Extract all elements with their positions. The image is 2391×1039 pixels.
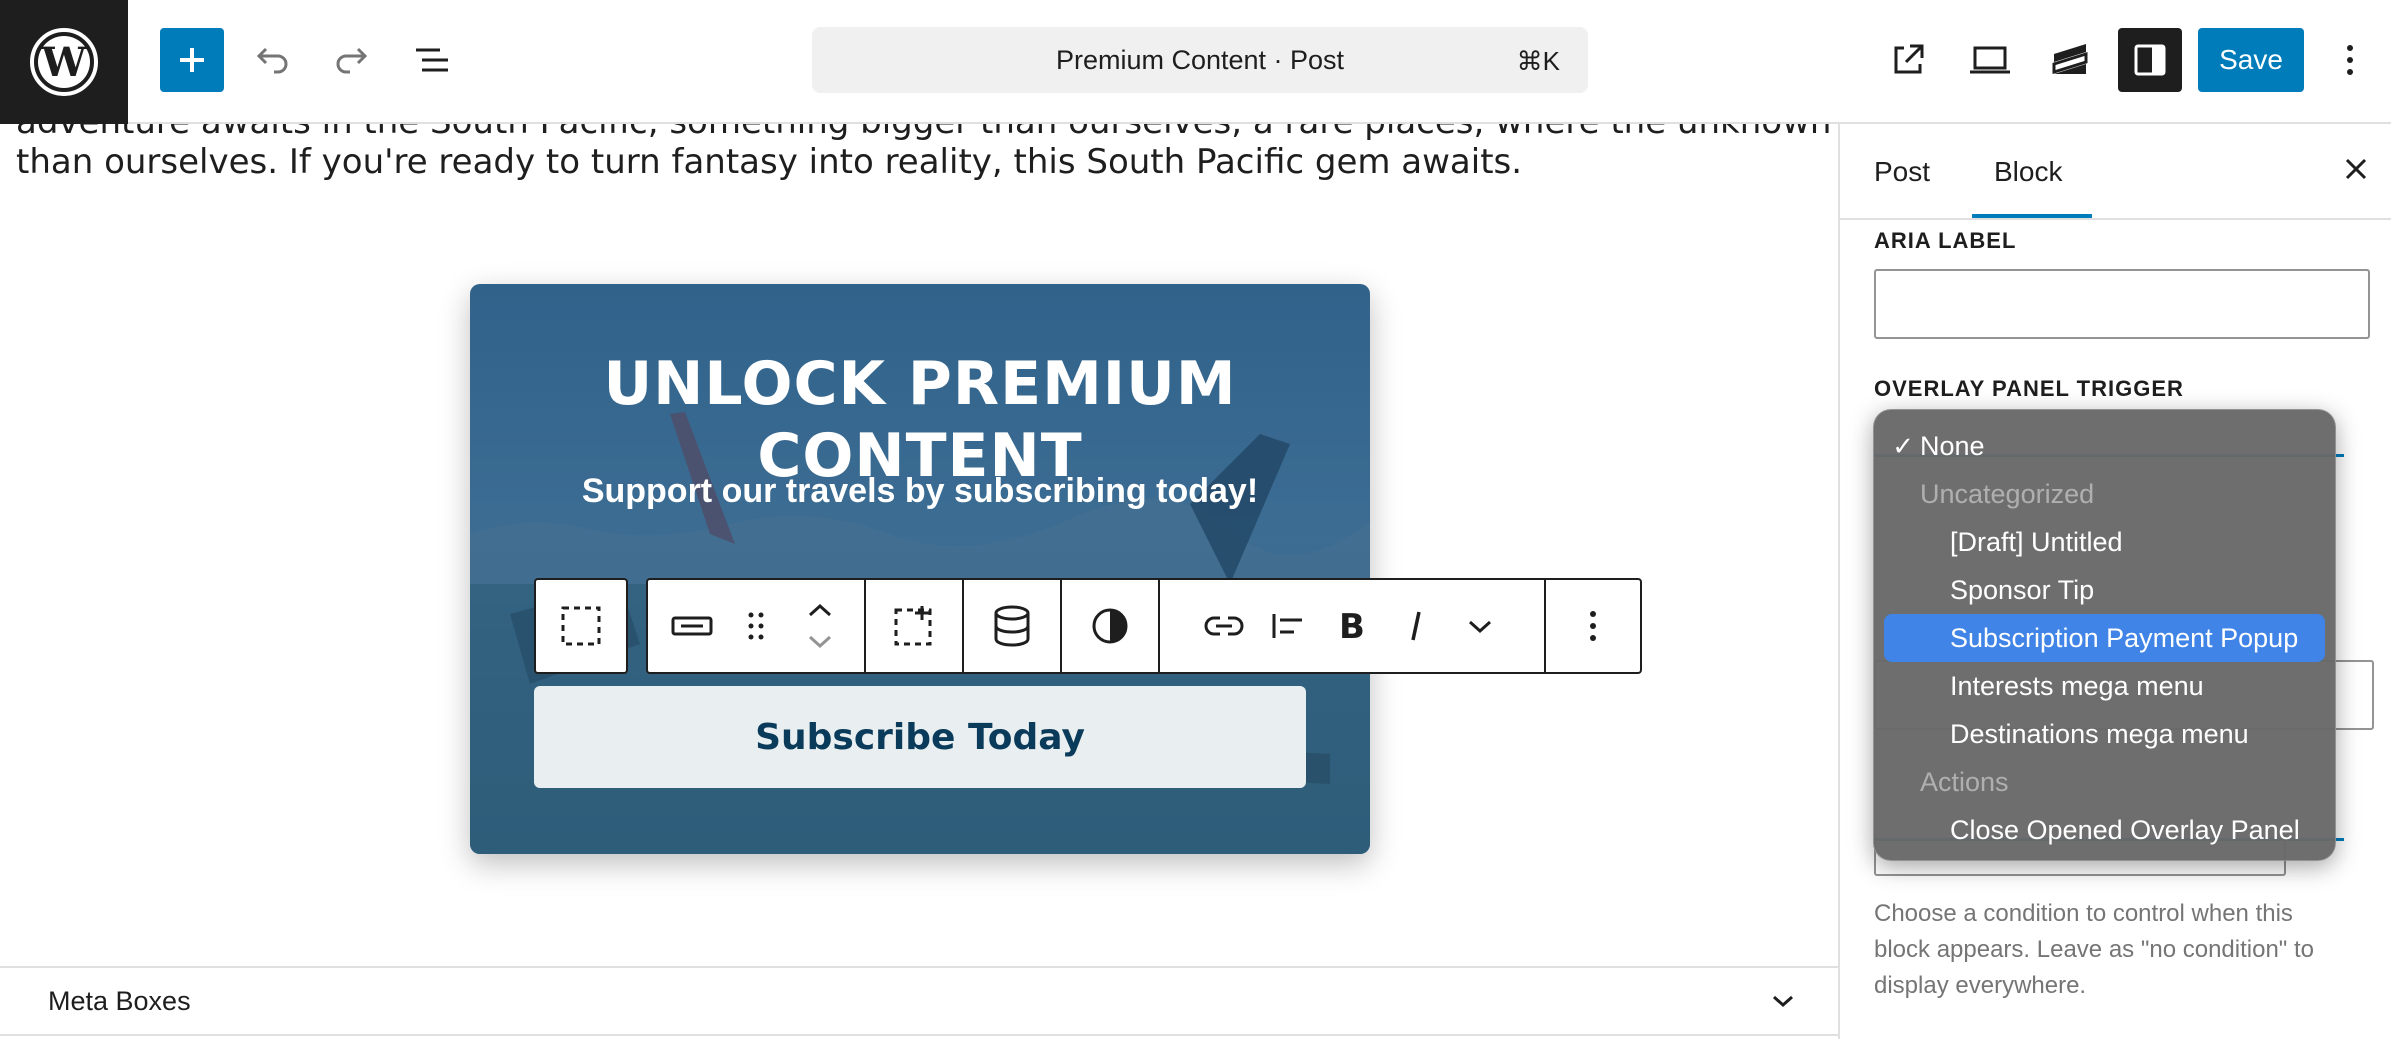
block-bindings-icon[interactable] — [964, 580, 1062, 672]
overlay-trigger-heading: OVERLAY PANEL TRIGGER — [1874, 376, 2184, 401]
editor-canvas[interactable]: adventure awaits in the South Pacific, s… — [0, 124, 1838, 1039]
add-to-group-icon[interactable] — [866, 580, 964, 672]
chevron-down-icon[interactable] — [1768, 986, 1798, 1023]
paragraph-block-cut[interactable]: adventure awaits in the South Pacific, s… — [16, 124, 1838, 142]
bold-icon[interactable]: B — [1320, 594, 1384, 658]
cover-heading-line-1: UNLOCK PREMIUM — [603, 349, 1237, 419]
close-icon[interactable] — [2341, 154, 2371, 189]
svg-text:W: W — [41, 39, 88, 86]
more-formatting-chevron-icon[interactable] — [1448, 594, 1512, 658]
save-button[interactable]: Save — [2198, 28, 2304, 92]
svg-text:B: B — [1339, 608, 1365, 644]
meta-boxes-label: Meta Boxes — [48, 985, 191, 1016]
tab-post[interactable]: Post — [1874, 156, 1930, 188]
settings-sidebar-icon[interactable] — [2118, 28, 2182, 92]
dropdown-option-label: None — [1920, 430, 1985, 461]
align-left-icon[interactable] — [1256, 594, 1320, 658]
italic-icon[interactable] — [1384, 594, 1448, 658]
select-parent-button[interactable] — [534, 578, 628, 674]
cover-heading[interactable]: UNLOCK PREMIUM CONTENT — [470, 348, 1370, 492]
aria-label-heading: ARIA LABEL — [1874, 228, 2017, 253]
wordpress-logo-icon[interactable]: W — [0, 0, 128, 124]
document-title: Premium Content · Post — [1055, 44, 1345, 75]
aria-label-input[interactable] — [1874, 269, 2370, 339]
checkmark-icon: ✓ — [1892, 430, 1914, 461]
dropdown-option-destinations-mega-menu[interactable]: Destinations mega menu — [1874, 710, 2335, 758]
contrast-icon[interactable] — [1062, 580, 1160, 672]
dropdown-option-close-overlay-panel[interactable]: Close Opened Overlay Panel — [1874, 806, 2335, 854]
document-overview-icon[interactable] — [400, 28, 464, 92]
dropdown-option-interests-mega-menu[interactable]: Interests mega menu — [1874, 662, 2335, 710]
add-block-button[interactable] — [160, 28, 224, 92]
plugin-brand-icon[interactable] — [2038, 28, 2102, 92]
sidebar-tabs: Post Block — [1840, 124, 2391, 220]
dropdown-group-actions: Actions — [1920, 766, 2009, 797]
block-toolbar-main: B — [646, 578, 1642, 674]
dropdown-option-sponsor-tip[interactable]: Sponsor Tip — [1874, 566, 2335, 614]
dropdown-option-none[interactable]: ✓ None — [1874, 422, 2335, 470]
meta-boxes-panel[interactable]: Meta Boxes — [0, 966, 1838, 1036]
command-shortcut: ⌘K — [1516, 46, 1560, 76]
paragraph-block[interactable]: than ourselves. If you're ready to turn … — [16, 142, 1522, 182]
options-menu-icon[interactable] — [2318, 28, 2382, 92]
command-palette-bar[interactable]: Premium Content · Post ⌘K — [812, 27, 1588, 93]
cover-subheading-text: Support our travels by subscribing today… — [581, 472, 1259, 510]
undo-icon[interactable] — [240, 28, 304, 92]
dropdown-group-uncategorized: Uncategorized — [1920, 478, 2095, 509]
premium-cover-block[interactable]: UNLOCK PREMIUM CONTENT Support our trave… — [470, 284, 1370, 854]
block-toolbar: B — [534, 578, 1642, 674]
block-transform-group — [648, 580, 866, 672]
link-icon[interactable] — [1192, 594, 1256, 658]
redo-icon[interactable] — [320, 28, 384, 92]
parent-block-icon — [561, 606, 601, 646]
drag-handle-icon[interactable] — [724, 594, 788, 658]
view-post-icon[interactable] — [1876, 28, 1940, 92]
block-options-icon[interactable] — [1546, 580, 1640, 672]
tab-block[interactable]: Block — [1994, 156, 2062, 188]
overlay-trigger-dropdown[interactable]: ✓ None Uncategorized [Draft] Untitled Sp… — [1873, 409, 2336, 861]
condition-help-text: Choose a condition to control when this … — [1874, 900, 2314, 999]
move-up-down-icon[interactable] — [788, 594, 852, 658]
formatting-group: B — [1160, 580, 1546, 672]
editor-header: W Premium Content · Post ⌘K Save — [0, 0, 2391, 124]
subscribe-button[interactable]: Subscribe Today — [534, 686, 1306, 788]
button-block-icon[interactable] — [660, 594, 724, 658]
device-preview-icon[interactable] — [1958, 28, 2022, 92]
dropdown-option-subscription-payment-popup[interactable]: Subscription Payment Popup — [1884, 614, 2325, 662]
active-tab-indicator — [1972, 214, 2092, 218]
dropdown-option-draft-untitled[interactable]: [Draft] Untitled — [1874, 518, 2335, 566]
